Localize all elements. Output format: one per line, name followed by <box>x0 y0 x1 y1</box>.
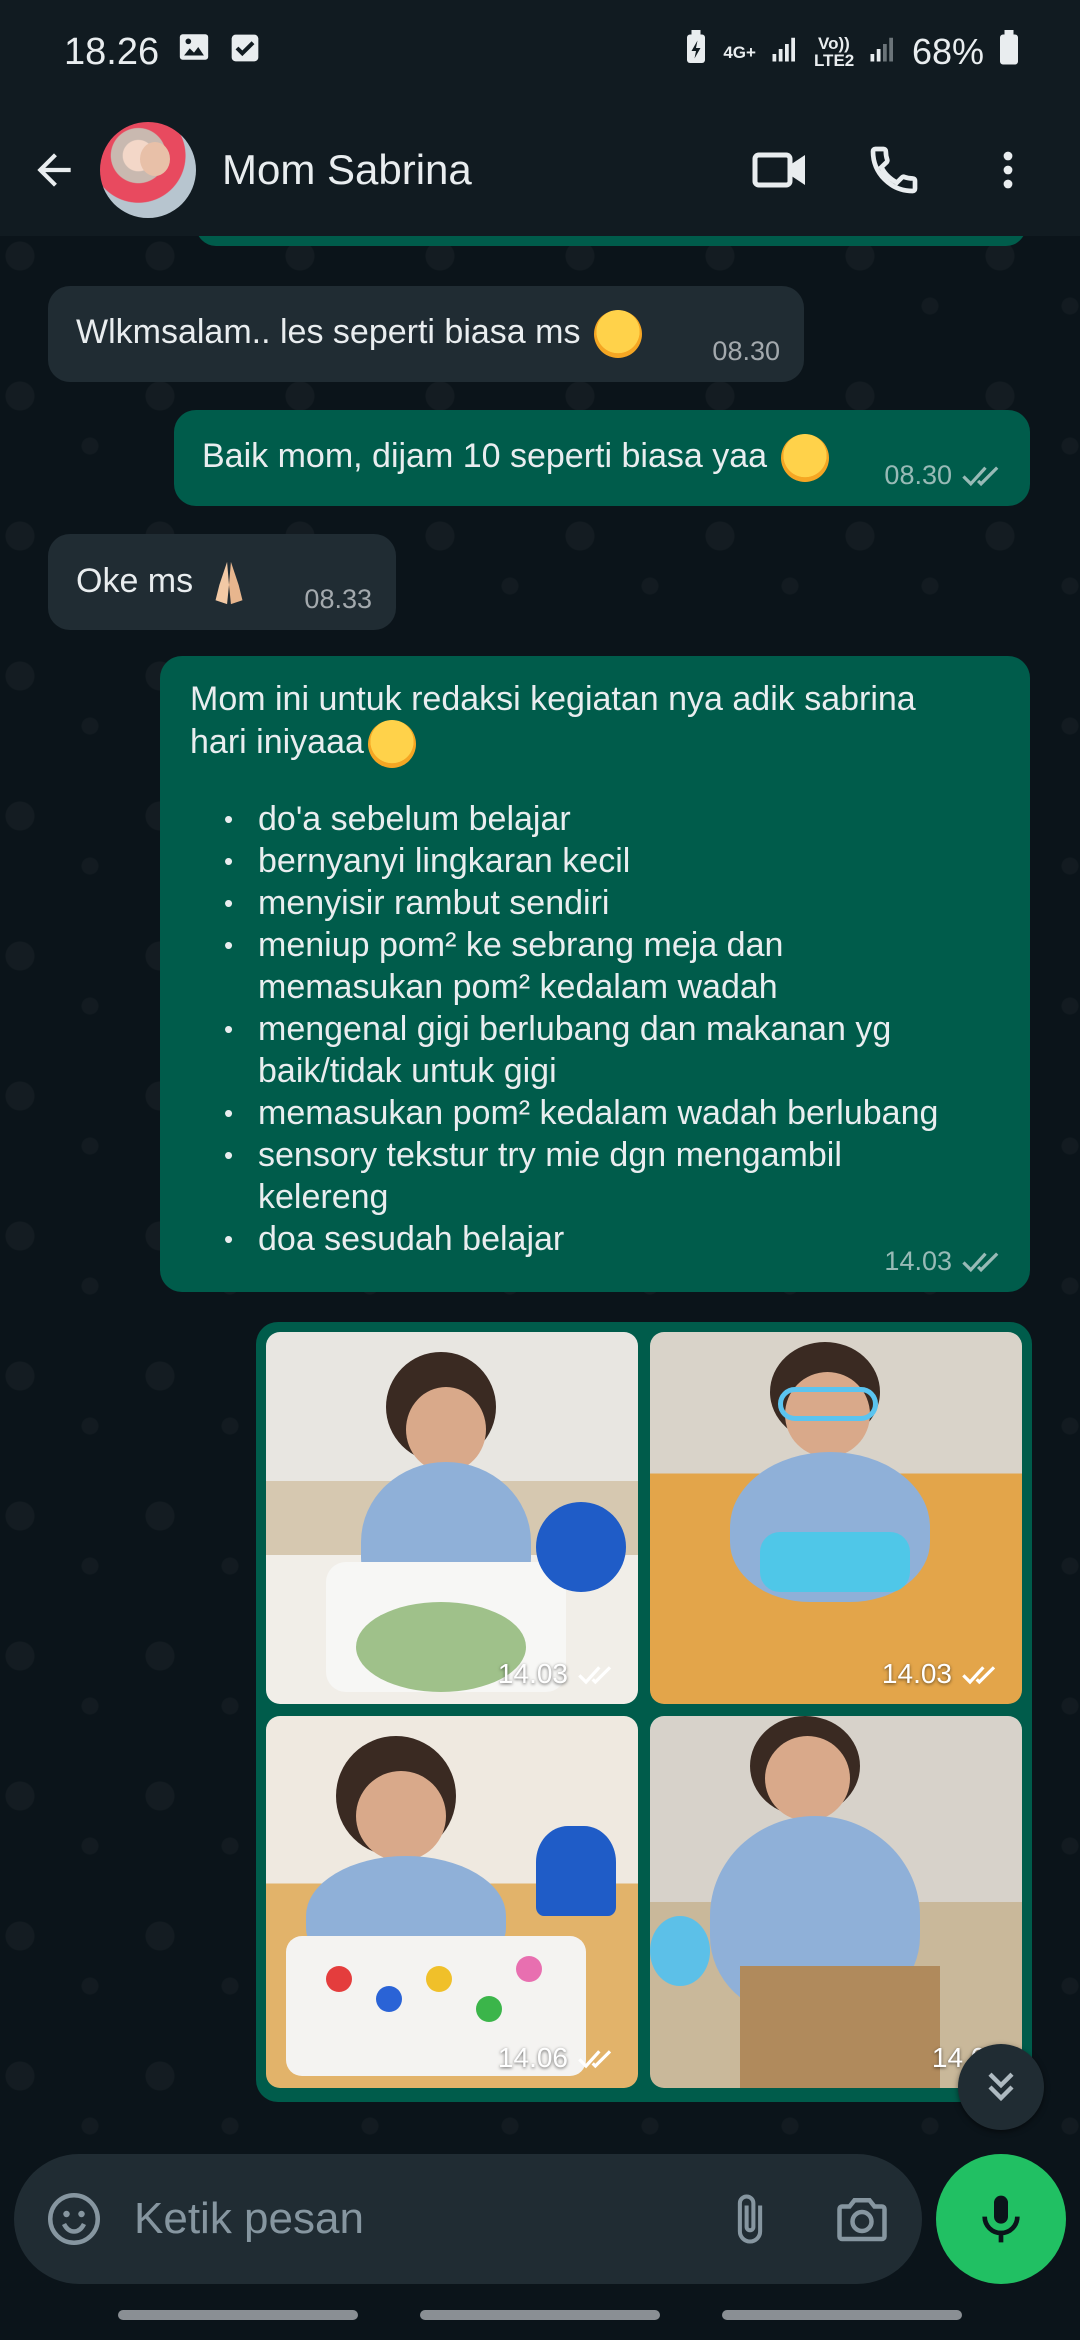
signal-strength-2-icon <box>868 31 898 73</box>
camera-button[interactable] <box>826 2183 898 2255</box>
activity-list: do'a sebelum belajar bernyanyi lingkaran… <box>190 798 1000 1260</box>
battery-percent: 68% <box>911 31 984 72</box>
nav-recents-handle[interactable] <box>118 2310 358 2320</box>
arrow-left-icon <box>37 153 71 187</box>
list-item: mengenal gigi berlubang dan makanan yg b… <box>224 1008 924 1092</box>
message-bubble-outgoing[interactable]: Baik mom, dijam 10 seperti biasa yaa 08.… <box>174 410 1030 506</box>
back-button[interactable] <box>24 140 84 200</box>
message-bubble-incoming[interactable]: Wlkmsalam.. les seperti biasa ms 08.30 <box>48 286 804 382</box>
hugging-face-emoji-icon <box>780 434 829 482</box>
double-check-read-icon <box>962 466 999 487</box>
contact-name[interactable]: Mom Sabrina <box>222 146 472 194</box>
photo-thumbnail[interactable]: 14.03 <box>266 1332 638 1704</box>
list-item: memasukan pom² kedalam wadah berlubang <box>224 1092 1000 1134</box>
microphone-icon <box>982 2195 1020 2243</box>
photo-time: 14.06 <box>497 2042 568 2073</box>
status-bar: 18.26 4G+ Vo)) LTE2 68% <box>0 0 1080 104</box>
nav-home-handle[interactable] <box>420 2310 660 2320</box>
video-call-button[interactable] <box>748 138 812 202</box>
message-bubble-incoming[interactable]: Oke ms 08.33 <box>48 534 396 630</box>
status-time: 18.26 <box>64 30 160 73</box>
message-time: 14.03 <box>884 1246 952 1276</box>
message-text: Wlkmsalam.. les seperti biasa ms <box>76 312 581 351</box>
double-check-read-icon <box>578 1666 612 1685</box>
message-input[interactable] <box>134 2194 714 2244</box>
message-list[interactable]: Wlkmsalam.. les seperti biasa ms 08.30 B… <box>0 236 1080 2142</box>
voice-call-button[interactable] <box>862 138 926 202</box>
smiling-face-emoji-icon <box>367 720 416 768</box>
message-intro-line: Mom ini untuk redaksi kegiatan nya adik … <box>190 680 916 718</box>
more-vertical-icon <box>1003 151 1013 189</box>
photo-time: 14.03 <box>881 1658 952 1689</box>
system-navigation-bar <box>0 2290 1080 2340</box>
message-bubble-outgoing[interactable]: Mom ini untuk redaksi kegiatan nya adik … <box>160 656 1030 1292</box>
photo-album-bubble[interactable]: 14.03 14.03 14.06 14.06 <box>256 1322 1032 2102</box>
smiley-icon <box>48 2193 100 2245</box>
signal-strength-1-icon <box>770 31 800 73</box>
list-item: meniup pom² ke sebrang meja dan memasuka… <box>224 924 824 1008</box>
photo-thumbnail[interactable]: 14.03 <box>650 1332 1022 1704</box>
list-item: do'a sebelum belajar <box>224 798 1000 840</box>
message-composer <box>14 2154 922 2284</box>
list-item: sensory tekstur try mie dgn mengambil ke… <box>224 1134 904 1218</box>
smiling-face-emoji-icon <box>593 310 642 358</box>
double-check-read-icon <box>962 1252 999 1273</box>
emoji-button[interactable] <box>38 2183 110 2255</box>
list-item: menyisir rambut sendiri <box>224 882 1000 924</box>
double-chevron-down-icon <box>988 2072 1014 2102</box>
camera-icon <box>837 2198 887 2242</box>
previous-message-bubble[interactable] <box>196 236 1026 246</box>
message-text: Oke ms <box>76 561 194 600</box>
chat-header: Mom Sabrina <box>0 104 1080 236</box>
message-intro-line: hari iniyaaa <box>190 722 364 761</box>
folded-hands-emoji-icon <box>207 558 251 608</box>
gallery-notification-icon <box>177 30 211 74</box>
double-check-read-icon <box>578 2050 612 2069</box>
list-item: bernyanyi lingkaran kecil <box>224 840 1000 882</box>
contact-avatar[interactable] <box>100 122 196 218</box>
paperclip-icon <box>737 2194 763 2244</box>
message-time: 08.30 <box>884 460 952 490</box>
photo-time: 14.03 <box>497 1658 568 1689</box>
battery-saver-icon <box>683 29 709 75</box>
voice-message-button[interactable] <box>936 2154 1066 2284</box>
nav-back-handle[interactable] <box>722 2310 962 2320</box>
photo-thumbnail[interactable]: 14.06 <box>650 1716 1022 2088</box>
message-text: Baik mom, dijam 10 seperti biasa yaa <box>202 436 768 475</box>
more-options-button[interactable] <box>976 138 1040 202</box>
attach-button[interactable] <box>714 2183 786 2255</box>
network-type-2: Vo)) LTE2 <box>813 34 855 70</box>
checkbox-notification-icon <box>229 31 261 74</box>
double-check-read-icon <box>962 1666 996 1685</box>
scroll-to-bottom-button[interactable] <box>958 2044 1044 2130</box>
battery-icon <box>998 29 1020 75</box>
message-time: 08.33 <box>304 584 372 614</box>
phone-icon <box>870 146 918 194</box>
message-time: 08.30 <box>712 336 780 366</box>
photo-thumbnail[interactable]: 14.06 <box>266 1716 638 2088</box>
video-camera-icon <box>752 152 805 188</box>
network-type-1: 4G+ <box>723 42 756 62</box>
